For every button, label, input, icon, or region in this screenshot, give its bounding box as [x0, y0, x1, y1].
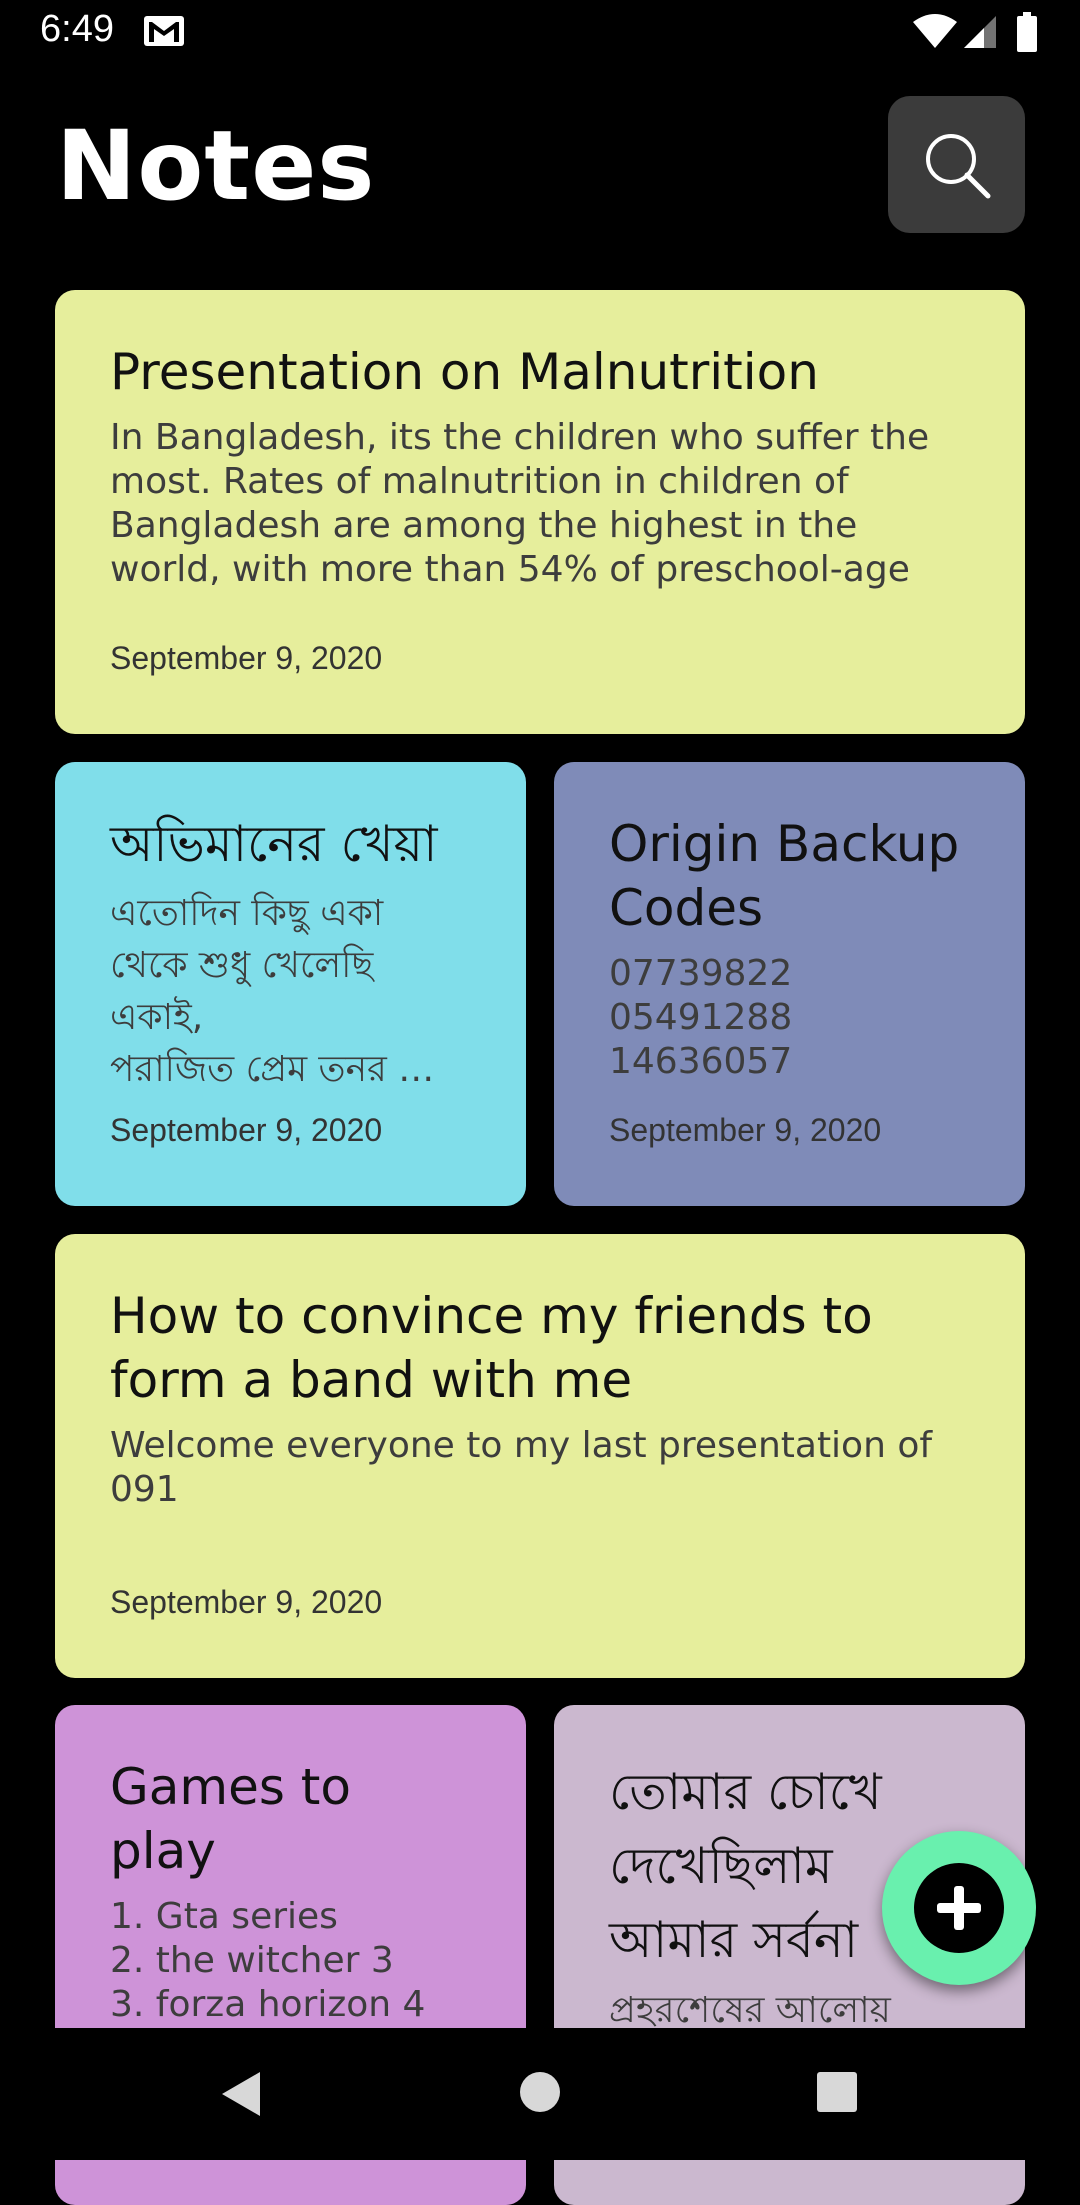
- note-card[interactable]: How to convince my friends to form a ban…: [55, 1234, 1025, 1678]
- note-date: September 9, 2020: [110, 1112, 383, 1148]
- note-body: In Bangladesh, its the children who suff…: [110, 417, 930, 590]
- note-card[interactable]: Origin Backup Codes 07739822 05491288 14…: [554, 762, 1025, 1206]
- note-body: Welcome everyone to my last presentation…: [110, 1425, 933, 1510]
- search-button[interactable]: [888, 96, 1025, 233]
- note-date: September 9, 2020: [110, 1584, 383, 1620]
- note-date: September 9, 2020: [609, 1112, 882, 1148]
- note-body: এতোদিন কিছু একা থেকে শুধু খেলেছি একাই, প…: [110, 893, 435, 1090]
- note-body: প্রহরশেষের আলোয়: [609, 1990, 891, 2031]
- note-card[interactable]: অভিমানের খেয়া এতোদিন কিছু একা থেকে শুধু…: [55, 762, 526, 1206]
- wifi-icon: [913, 14, 957, 48]
- note-title: অভিমানের খেয়া: [110, 815, 438, 873]
- note-title: Origin Backup Codes: [609, 815, 960, 937]
- gmail-icon: [144, 16, 184, 46]
- note-card[interactable]: Presentation on Malnutrition In Banglade…: [55, 290, 1025, 734]
- back-icon[interactable]: [218, 2070, 262, 2118]
- status-time: 6:49: [40, 8, 114, 50]
- add-note-button[interactable]: [882, 1831, 1036, 1985]
- note-date: September 9, 2020: [110, 640, 383, 676]
- note-title: Presentation on Malnutrition: [110, 343, 819, 401]
- note-title: Games to play: [110, 1758, 351, 1880]
- home-icon[interactable]: [520, 2072, 560, 2112]
- page-title: Notes: [56, 110, 376, 222]
- add-icon: [914, 1863, 1004, 1953]
- note-title: How to convince my friends to form a ban…: [110, 1287, 873, 1409]
- signal-icon: [964, 16, 996, 48]
- recents-icon[interactable]: [817, 2072, 857, 2112]
- note-body: 07739822 05491288 14636057: [609, 953, 793, 1082]
- battery-icon: [1017, 12, 1037, 52]
- search-icon: [925, 133, 990, 198]
- status-bar: 6:49: [0, 0, 1080, 66]
